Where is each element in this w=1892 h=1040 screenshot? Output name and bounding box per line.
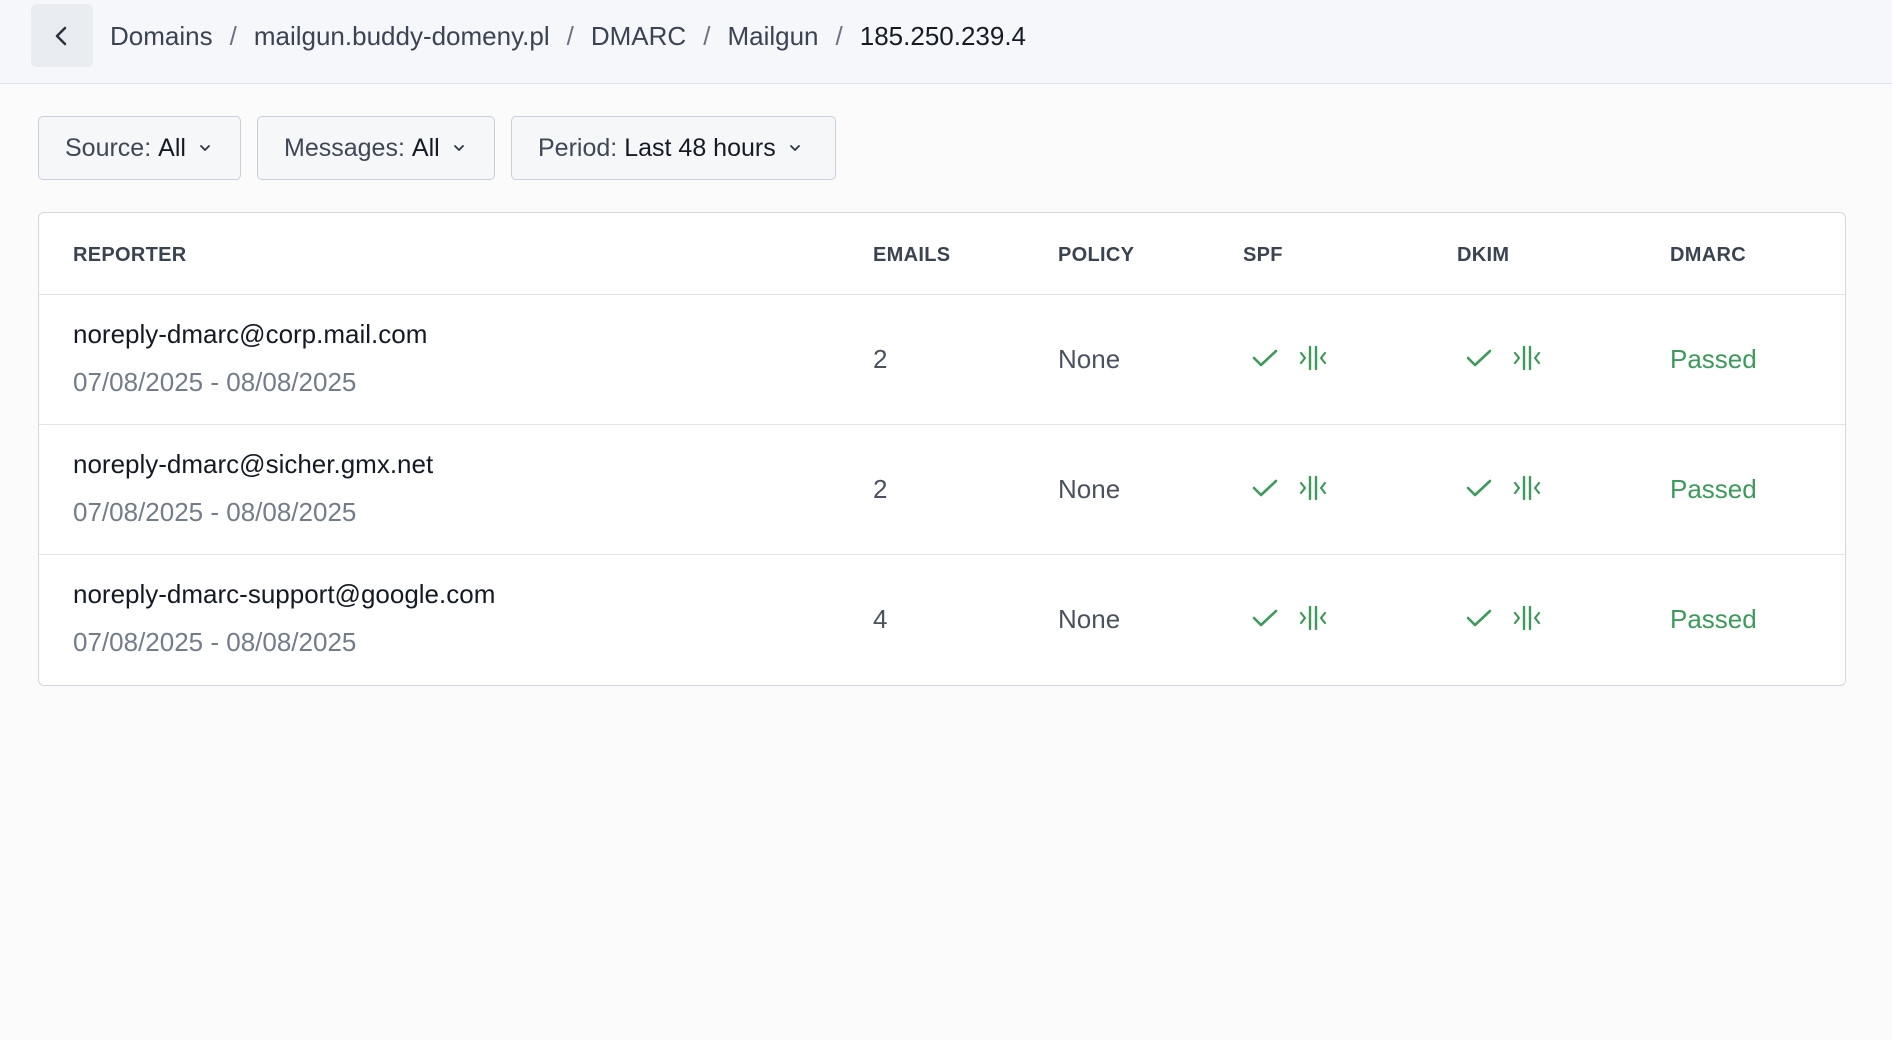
top-bar: Domains / mailgun.buddy-domeny.pl / DMAR… — [0, 0, 1892, 84]
report-period: 07/08/2025 - 08/08/2025 — [73, 497, 357, 527]
emails-count: 2 — [873, 474, 888, 504]
breadcrumb-current: 185.250.239.4 — [859, 20, 1027, 51]
spf-result — [1252, 603, 1328, 633]
dmarc-status: Passed — [1670, 604, 1757, 634]
policy-value: None — [1058, 604, 1121, 634]
chevron-left-icon — [55, 26, 67, 45]
breadcrumb-mailgun[interactable]: Mailgun — [727, 21, 818, 52]
breadcrumb-domains[interactable]: Domains — [110, 21, 213, 52]
alignment-icon — [1299, 475, 1327, 501]
check-icon — [1252, 479, 1278, 497]
chevron-down-icon — [788, 141, 802, 155]
filter-label: Messages: — [284, 133, 405, 162]
report-period: 07/08/2025 - 08/08/2025 — [73, 367, 357, 397]
period-filter-dropdown[interactable]: Period: Last 48 hours — [511, 116, 836, 180]
spf-result — [1252, 343, 1328, 373]
filter-value: All — [158, 133, 186, 162]
column-header-reporter: REPORTER — [73, 244, 187, 266]
check-icon — [1252, 609, 1278, 627]
check-icon — [1466, 609, 1492, 627]
breadcrumb-domain[interactable]: mailgun.buddy-domeny.pl — [254, 21, 550, 52]
dmarc-status: Passed — [1670, 344, 1757, 374]
filter-value: Last 48 hours — [624, 133, 776, 162]
check-icon — [1466, 479, 1492, 497]
messages-filter-dropdown[interactable]: Messages: All — [257, 116, 495, 180]
check-icon — [1252, 349, 1278, 367]
table-row[interactable]: noreply-dmarc@corp.mail.com 07/08/2025 -… — [39, 295, 1845, 425]
breadcrumb-separator: / — [229, 20, 237, 51]
report-period: 07/08/2025 - 08/08/2025 — [73, 627, 357, 657]
column-header-spf: SPF — [1243, 244, 1283, 266]
table-row[interactable]: noreply-dmarc-support@google.com 07/08/2… — [39, 555, 1845, 685]
dkim-result — [1466, 343, 1542, 373]
table-header: REPORTER EMAILS POLICY SPF DKIM DMARC — [39, 213, 1845, 295]
reporter-email: noreply-dmarc-support@google.com — [73, 579, 496, 609]
policy-value: None — [1058, 474, 1121, 504]
column-header-dmarc: DMARC — [1670, 244, 1746, 266]
filter-label: Period: — [538, 133, 618, 162]
policy-value: None — [1058, 344, 1121, 374]
back-button[interactable] — [31, 4, 93, 67]
source-filter-dropdown[interactable]: Source: All — [38, 116, 241, 180]
alignment-icon — [1299, 345, 1327, 371]
alignment-icon — [1513, 475, 1541, 501]
chevron-down-icon — [198, 141, 212, 155]
column-header-dkim: DKIM — [1457, 244, 1510, 266]
breadcrumb-separator: / — [835, 20, 843, 51]
chevron-down-icon — [452, 141, 466, 155]
filter-value: All — [411, 133, 440, 162]
dkim-result — [1466, 473, 1542, 503]
check-icon — [1466, 349, 1492, 367]
column-header-policy: POLICY — [1058, 244, 1135, 266]
alignment-icon — [1513, 345, 1541, 371]
breadcrumb: Domains / mailgun.buddy-domeny.pl / DMAR… — [110, 16, 1026, 56]
emails-count: 2 — [873, 344, 888, 374]
alignment-icon — [1513, 605, 1541, 631]
spf-result — [1252, 473, 1328, 503]
reporter-email: noreply-dmarc@corp.mail.com — [73, 319, 428, 349]
dkim-result — [1466, 603, 1542, 633]
dmarc-reporters-table: REPORTER EMAILS POLICY SPF DKIM DMARC no… — [38, 212, 1846, 686]
reporter-email: noreply-dmarc@sicher.gmx.net — [73, 449, 434, 479]
filter-label: Source: — [65, 133, 152, 162]
alignment-icon — [1299, 605, 1327, 631]
emails-count: 4 — [873, 604, 888, 634]
column-header-emails: EMAILS — [873, 244, 951, 266]
table-row[interactable]: noreply-dmarc@sicher.gmx.net 07/08/2025 … — [39, 425, 1845, 555]
breadcrumb-dmarc[interactable]: DMARC — [591, 21, 686, 52]
breadcrumb-separator: / — [566, 20, 574, 51]
breadcrumb-separator: / — [703, 20, 711, 51]
dmarc-status: Passed — [1670, 474, 1757, 504]
